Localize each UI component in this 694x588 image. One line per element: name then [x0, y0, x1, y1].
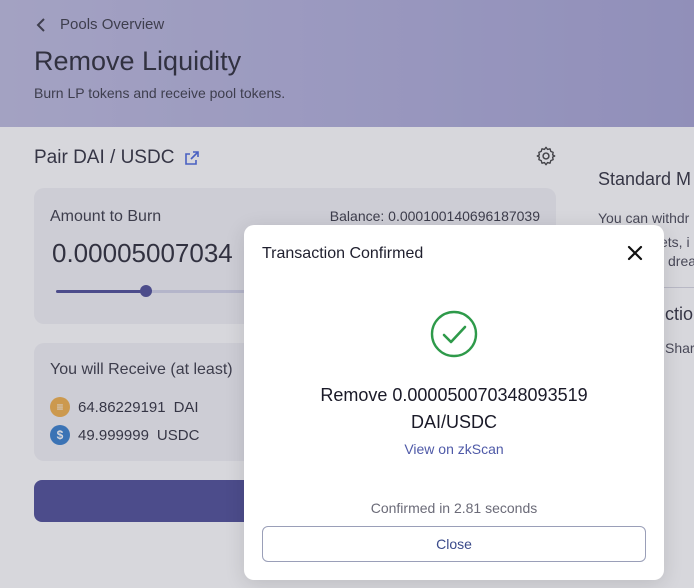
remove-summary: Remove 0.000050070348093519: [320, 385, 588, 405]
check-circle-icon: [430, 310, 478, 358]
zkscan-link[interactable]: View on zkScan: [244, 441, 664, 457]
remove-pair: DAI/USDC: [410, 412, 497, 432]
close-icon[interactable]: [626, 244, 644, 262]
close-button[interactable]: Close: [262, 526, 646, 562]
transaction-modal: Transaction Confirmed Remove 0.000050070…: [244, 225, 664, 580]
modal-title: Transaction Confirmed: [262, 245, 424, 262]
confirmed-time: Confirmed in 2.81 seconds: [370, 500, 538, 516]
